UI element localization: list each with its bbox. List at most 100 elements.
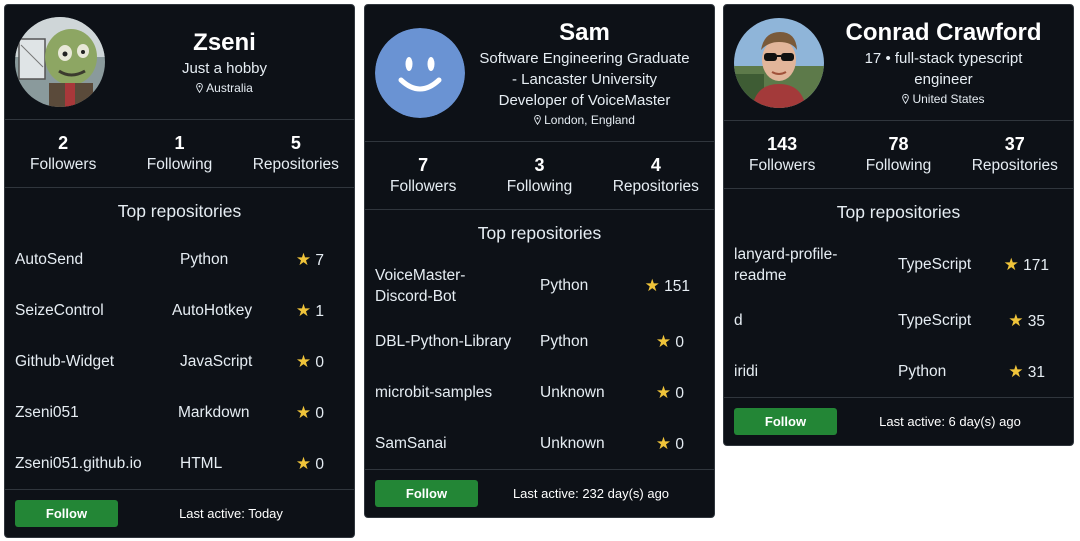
stat-value: 2: [58, 132, 69, 153]
repos-title: Top repositories: [477, 223, 602, 243]
repo-name[interactable]: DBL-Python-Library: [375, 331, 540, 352]
repo-row[interactable]: Zseni051 Markdown ★ 0: [5, 387, 354, 438]
repo-row[interactable]: d TypeScript ★ 35: [724, 295, 1073, 346]
profile-bio: - Lancaster University: [511, 70, 658, 88]
card-header: Zseni Just a hobby Australia: [5, 5, 354, 120]
header-info: Zseni Just a hobby Australia: [105, 28, 344, 97]
stats-bar: 7 Followers 3 Following 4 Repositories: [365, 142, 714, 210]
star-count: 31: [1027, 363, 1045, 381]
card-header: Conrad Crawford 17 • full-stack typescri…: [724, 5, 1073, 121]
repo-row[interactable]: Github-Widget JavaScript ★ 0: [5, 336, 354, 387]
repo-row[interactable]: SeizeControl AutoHotkey ★ 1: [5, 285, 354, 336]
star-icon: ★: [295, 249, 312, 269]
repo-name[interactable]: lanyard-profile-readme: [734, 244, 854, 286]
stat-value: 3: [534, 154, 545, 175]
repo-name[interactable]: iridi: [734, 361, 898, 382]
repo-language: Python: [540, 332, 589, 350]
avatar[interactable]: [375, 28, 465, 118]
repo-name[interactable]: SamSanai: [375, 433, 540, 454]
repo-stars: ★ 0: [284, 454, 344, 474]
stat-value: 5: [290, 132, 301, 153]
stat-label: Repositories: [252, 155, 339, 173]
stat-following[interactable]: 1 Following: [121, 132, 237, 176]
stat-repositories[interactable]: 4 Repositories: [598, 154, 714, 198]
repo-name[interactable]: Zseni051.github.io: [15, 453, 171, 474]
stat-repositories[interactable]: 37 Repositories: [957, 133, 1073, 177]
profile-bio: engineer: [914, 70, 973, 88]
profile-bio: Developer of VoiceMaster: [498, 91, 671, 109]
repo-row[interactable]: microbit-samples Unknown ★ 0: [365, 367, 714, 418]
follow-button[interactable]: Follow: [15, 500, 118, 527]
stat-followers[interactable]: 143 Followers: [724, 133, 840, 177]
star-icon: ★: [655, 331, 672, 351]
stat-value: 1: [174, 132, 185, 153]
repo-language: Python: [898, 362, 947, 380]
repos-title: Top repositories: [836, 202, 961, 222]
stat-followers[interactable]: 7 Followers: [365, 154, 481, 198]
repo-name[interactable]: VoiceMaster-Discord-Bot: [375, 265, 485, 307]
repo-name[interactable]: AutoSend: [15, 249, 171, 270]
card-header: Sam Software Engineering Graduate - Lanc…: [365, 5, 714, 142]
repo-stars: ★ 31: [993, 362, 1063, 382]
header-info: Sam Software Engineering Graduate - Lanc…: [465, 18, 704, 129]
profile-location: London, England: [469, 112, 700, 129]
repo-language: Python: [540, 277, 589, 294]
repo-row[interactable]: DBL-Python-Library Python ★ 0: [365, 316, 714, 367]
repo-name[interactable]: Github-Widget: [15, 351, 171, 372]
map-pin-icon: [534, 114, 541, 125]
profile-name: Conrad Crawford: [845, 18, 1042, 46]
star-count: 0: [315, 455, 324, 473]
top-repositories: Top repositories lanyard-profile-readme …: [724, 189, 1073, 398]
repo-row[interactable]: lanyard-profile-readme TypeScript ★ 171: [724, 235, 1073, 295]
repo-stars: ★ 0: [284, 352, 344, 372]
stat-following[interactable]: 3 Following: [481, 154, 597, 198]
star-count: 0: [675, 384, 684, 402]
profile-bio: Software Engineering Graduate: [479, 49, 690, 67]
avatar[interactable]: [734, 17, 824, 108]
star-count: 0: [675, 435, 684, 453]
repo-language: AutoHotkey: [172, 301, 253, 319]
last-active: Last active: Today: [179, 506, 283, 521]
repo-row[interactable]: AutoSend Python ★ 7: [5, 234, 354, 285]
star-count: 35: [1027, 312, 1045, 330]
repo-language: Markdown: [178, 403, 250, 421]
profile-name: Sam: [559, 18, 610, 46]
star-count: 7: [315, 251, 324, 269]
card-footer: Follow Last active: Today: [5, 490, 354, 537]
follow-button[interactable]: Follow: [375, 480, 478, 507]
star-icon: ★: [655, 433, 672, 453]
repo-language: JavaScript: [180, 352, 253, 370]
star-count: 0: [315, 404, 324, 422]
stat-repositories[interactable]: 5 Repositories: [238, 132, 354, 176]
repo-name[interactable]: SeizeControl: [15, 300, 171, 321]
repo-row[interactable]: iridi Python ★ 31: [724, 346, 1073, 397]
stat-followers[interactable]: 2 Followers: [5, 132, 121, 176]
location-text: London, England: [544, 112, 635, 127]
repo-name[interactable]: d: [734, 310, 898, 331]
stat-value: 7: [418, 154, 429, 175]
star-icon: ★: [295, 453, 312, 473]
repo-row[interactable]: VoiceMaster-Discord-Bot Python ★ 151: [365, 256, 714, 316]
repo-name[interactable]: microbit-samples: [375, 382, 540, 403]
star-icon: ★: [295, 402, 312, 422]
profile-card-conrad-crawford: Conrad Crawford 17 • full-stack typescri…: [723, 4, 1074, 446]
stats-bar: 143 Followers 78 Following 37 Repositori…: [724, 121, 1073, 189]
map-pin-icon: [196, 82, 203, 93]
repo-name[interactable]: Zseni051: [15, 402, 171, 423]
map-pin-icon: [902, 93, 910, 104]
follow-button[interactable]: Follow: [734, 408, 837, 435]
star-icon: ★: [295, 351, 312, 371]
repo-language: TypeScript: [898, 311, 972, 329]
stat-label: Following: [506, 177, 573, 195]
stat-label: Following: [865, 156, 932, 174]
stat-label: Followers: [749, 156, 816, 174]
repo-row[interactable]: Zseni051.github.io HTML ★ 0: [5, 438, 354, 489]
location-text: Australia: [206, 80, 253, 95]
star-count: 151: [664, 278, 690, 295]
stat-following[interactable]: 78 Following: [840, 133, 956, 177]
avatar[interactable]: [15, 17, 105, 107]
repo-row[interactable]: SamSanai Unknown ★ 0: [365, 418, 714, 469]
location-text: United States: [912, 91, 985, 106]
repo-language: HTML: [180, 454, 223, 472]
stat-value: 78: [888, 133, 909, 154]
